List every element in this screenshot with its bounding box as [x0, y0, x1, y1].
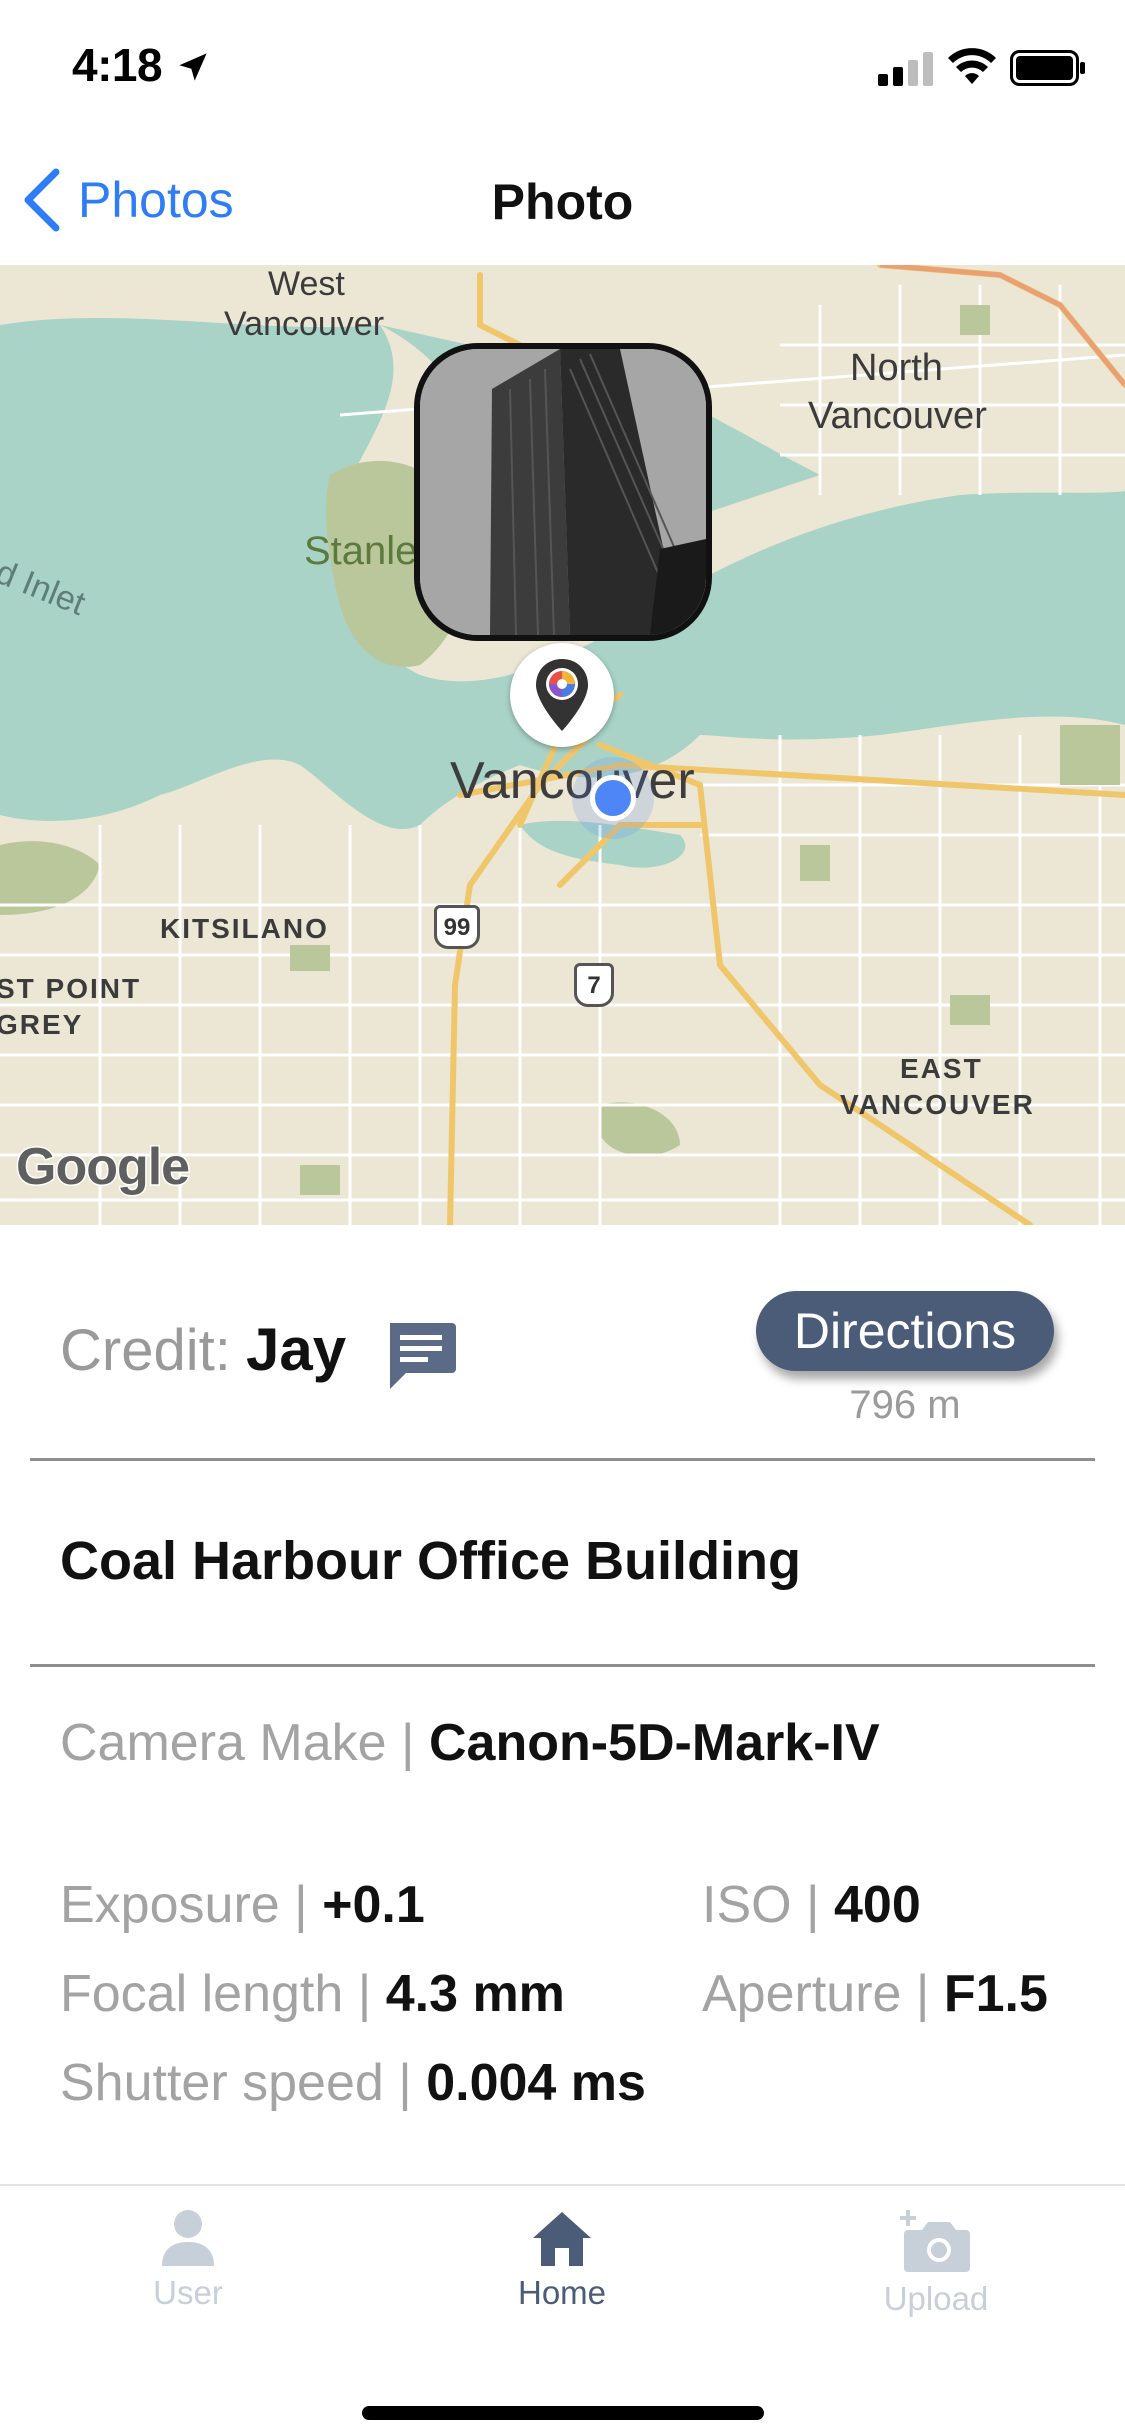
- camera-make-value: Canon-5D-Mark-IV: [428, 1714, 880, 1772]
- iso-row: ISO | 400: [702, 1875, 921, 1935]
- credit-label: Credit:: [60, 1318, 231, 1383]
- wifi-icon: [948, 48, 996, 84]
- home-icon: [533, 2212, 591, 2266]
- focal-length-label: Focal length |: [60, 1965, 372, 2023]
- tab-user[interactable]: User: [38, 2208, 338, 2312]
- shutter-speed-row: Shutter speed | 0.004 ms: [60, 2053, 646, 2113]
- credit-row: Credit: Jay Directions 796 m: [0, 1225, 1125, 1459]
- directions-button[interactable]: Directions: [756, 1291, 1054, 1371]
- exposure-row: Exposure | +0.1: [60, 1875, 425, 1935]
- tab-home-label: Home: [517, 2274, 607, 2311]
- page-title: Photo: [491, 174, 634, 230]
- divider: [30, 1458, 1095, 1461]
- status-time: 4:18: [72, 39, 163, 91]
- map-label-north-vancouver: North: [850, 347, 943, 389]
- camera-make-label: Camera Make |: [60, 1714, 415, 1772]
- divider: [30, 1664, 1095, 1667]
- status-bar: 4:18: [0, 0, 1125, 135]
- cellular-signal-icon: [878, 52, 933, 86]
- map-label-west-vancouver: Vancouver: [224, 305, 385, 343]
- map-label-north-vancouver: Vancouver: [808, 395, 987, 437]
- navigation-bar: Photos Photo: [0, 135, 1125, 265]
- map-label-point-grey: ST POINT: [0, 973, 142, 1004]
- battery-icon: [1010, 50, 1085, 86]
- camera-pin-icon: [536, 659, 588, 731]
- message-icon[interactable]: [384, 1319, 458, 1391]
- aperture-row: Aperture | F1.5: [702, 1964, 1048, 2024]
- tab-upload[interactable]: Upload: [786, 2208, 1086, 2318]
- google-attribution: Google: [14, 1137, 191, 1198]
- credit-name: Jay: [246, 1316, 347, 1383]
- photo-thumbnail[interactable]: [414, 343, 712, 641]
- route-99-shield: 99: [434, 905, 480, 949]
- shutter-speed-label: Shutter speed |: [60, 2054, 412, 2112]
- map-label-east-vancouver: VANCOUVER: [840, 1089, 1035, 1120]
- aperture-value: F1.5: [943, 1965, 1048, 2023]
- place-name: Coal Harbour Office Building: [60, 1531, 802, 1591]
- location-arrow-icon: [179, 53, 207, 81]
- shutter-speed-value: 0.004 ms: [426, 2054, 646, 2112]
- map-label-east-vancouver: EAST: [900, 1053, 983, 1084]
- focal-length-value: 4.3 mm: [385, 1965, 565, 2023]
- focal-length-row: Focal length | 4.3 mm: [60, 1964, 565, 2024]
- camera-icon: [900, 2210, 970, 2272]
- tab-home[interactable]: Home: [412, 2208, 712, 2312]
- iso-value: 400: [834, 1876, 921, 1934]
- camera-make-row: Camera Make | Canon-5D-Mark-IV: [60, 1713, 880, 1773]
- map-label-vancouver: Vancouver: [450, 752, 695, 810]
- exposure-label: Exposure |: [60, 1876, 308, 1934]
- tab-bar: User Home Upload: [0, 2184, 1125, 2436]
- route-7-shield: 7: [574, 963, 614, 1007]
- distance-label: 796 m: [849, 1383, 961, 1427]
- exposure-value: +0.1: [322, 1876, 425, 1934]
- map-label-kitsilano: KITSILANO: [160, 913, 329, 944]
- building-photo: [420, 349, 706, 635]
- iso-label: ISO |: [702, 1876, 820, 1934]
- map-label-stanley: Stanle: [304, 529, 418, 573]
- aperture-label: Aperture |: [702, 1965, 930, 2023]
- current-location-dot: [590, 775, 636, 821]
- map-view[interactable]: West Vancouver North Vancouver Stanle d …: [0, 265, 1125, 1225]
- tab-user-label: User: [153, 2274, 223, 2311]
- user-icon: [162, 2210, 214, 2266]
- map-marker[interactable]: [510, 643, 614, 747]
- map-label-west-vancouver: West: [268, 265, 345, 303]
- tab-upload-label: Upload: [883, 2280, 989, 2317]
- home-indicator: [362, 2406, 764, 2420]
- map-label-point-grey: GREY: [0, 1009, 84, 1040]
